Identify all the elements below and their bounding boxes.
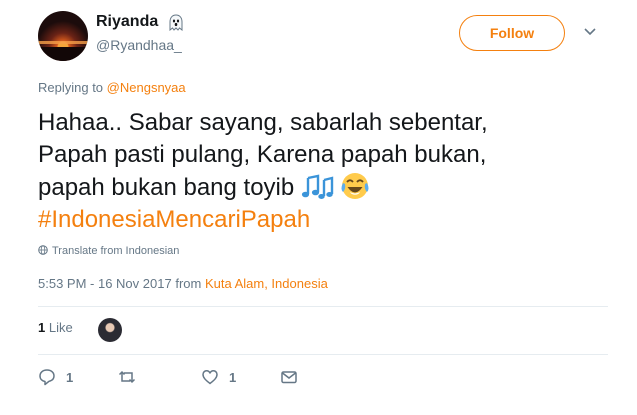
from-label: from xyxy=(175,276,202,291)
translate-tweet[interactable]: Translate from Indonesian xyxy=(38,245,179,257)
retweet-action[interactable] xyxy=(118,368,146,386)
retweet-icon xyxy=(118,370,136,384)
follow-button[interactable]: Follow xyxy=(459,15,565,51)
divider xyxy=(38,306,608,307)
reply-icon xyxy=(39,369,55,386)
tweet-header: Riyanda @Ryandhaa_ Follow xyxy=(38,10,608,62)
envelope-icon xyxy=(281,371,297,384)
musical-notes-icon xyxy=(302,174,334,199)
tweet-line: Papah pasti pulang, Karena papah bukan, xyxy=(38,141,487,168)
display-name[interactable]: Riyanda xyxy=(96,13,158,31)
hashtag-link[interactable]: #IndonesiaMencariPapah xyxy=(38,204,508,236)
ghost-icon xyxy=(169,13,183,31)
like-action[interactable]: 1 xyxy=(201,368,236,386)
likes-stat[interactable]: 1 Like xyxy=(38,320,73,335)
user-name-block: Riyanda @Ryandhaa_ xyxy=(96,13,184,53)
avatar[interactable] xyxy=(38,11,88,61)
tears-of-joy-icon xyxy=(341,173,369,199)
reply-count: 1 xyxy=(66,369,74,385)
liker-avatar[interactable] xyxy=(98,318,122,342)
direct-message-action[interactable] xyxy=(280,368,308,386)
tweet-text: Hahaa.. Sabar sayang, sabarlah sebentar,… xyxy=(38,107,508,236)
location-link[interactable]: Kuta Alam, Indonesia xyxy=(205,276,328,291)
tweet-line: papah bukan bang toyib xyxy=(38,174,295,201)
translate-label[interactable]: Translate from Indonesian xyxy=(52,245,179,257)
tweet-line-with-emoji: papah bukan bang toyib xyxy=(38,171,508,204)
chevron-down-icon[interactable] xyxy=(584,27,596,37)
heart-icon xyxy=(202,370,218,385)
globe-icon xyxy=(38,245,48,255)
likes-label: Like xyxy=(48,320,73,335)
tweet-actions: 1 1 xyxy=(38,368,608,388)
tweet-metadata: 5:53 PM - 16 Nov 2017 from Kuta Alam, In… xyxy=(38,276,328,291)
user-handle[interactable]: @Ryandhaa_ xyxy=(96,37,184,53)
divider xyxy=(38,354,608,355)
reply-mention-link[interactable]: @Nengsnyaa xyxy=(107,80,186,95)
reply-action[interactable]: 1 xyxy=(38,368,73,386)
replying-to: Replying to @Nengsnyaa xyxy=(38,80,186,95)
replying-to-label: Replying to xyxy=(38,80,104,95)
likes-count: 1 xyxy=(38,320,46,335)
like-count: 1 xyxy=(229,369,237,385)
tweet-line: Hahaa.. Sabar sayang, sabarlah sebentar, xyxy=(38,109,488,136)
timestamp[interactable]: 5:53 PM - 16 Nov 2017 xyxy=(38,276,172,291)
